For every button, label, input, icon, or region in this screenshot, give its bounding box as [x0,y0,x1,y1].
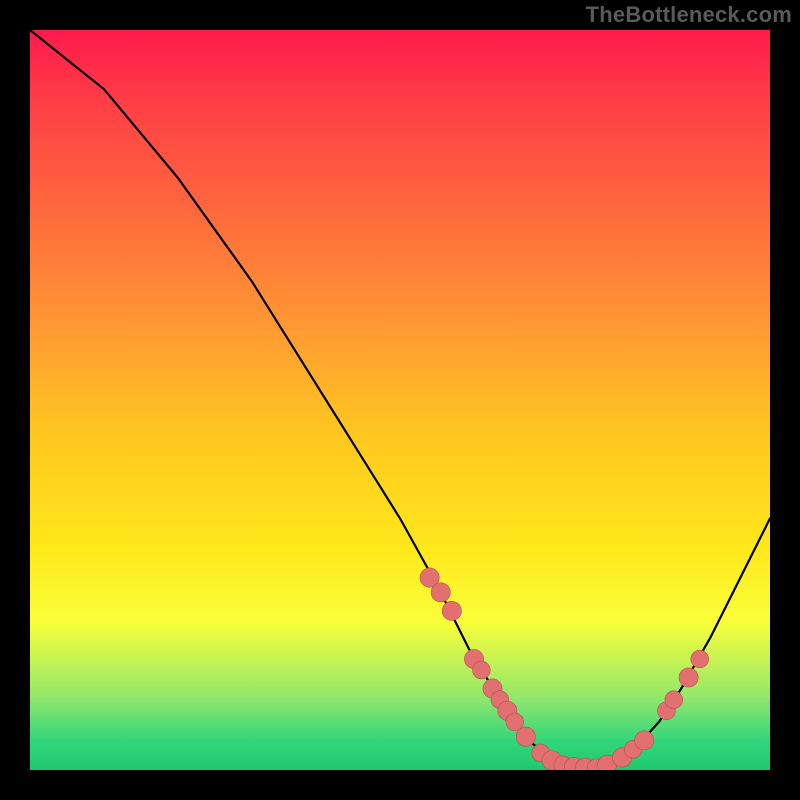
curve-line [30,30,770,768]
watermark-text: TheBottleneck.com [586,2,792,28]
marker-dot [473,661,491,679]
marker-dot [431,583,450,602]
marker-dot [442,601,461,620]
chart-frame: TheBottleneck.com [0,0,800,800]
marker-dot [635,731,654,750]
marker-group [420,568,709,770]
marker-dot [516,727,535,746]
chart-overlay [30,30,770,770]
marker-dot [665,691,683,709]
marker-dot [679,668,698,687]
marker-dot [691,650,709,668]
